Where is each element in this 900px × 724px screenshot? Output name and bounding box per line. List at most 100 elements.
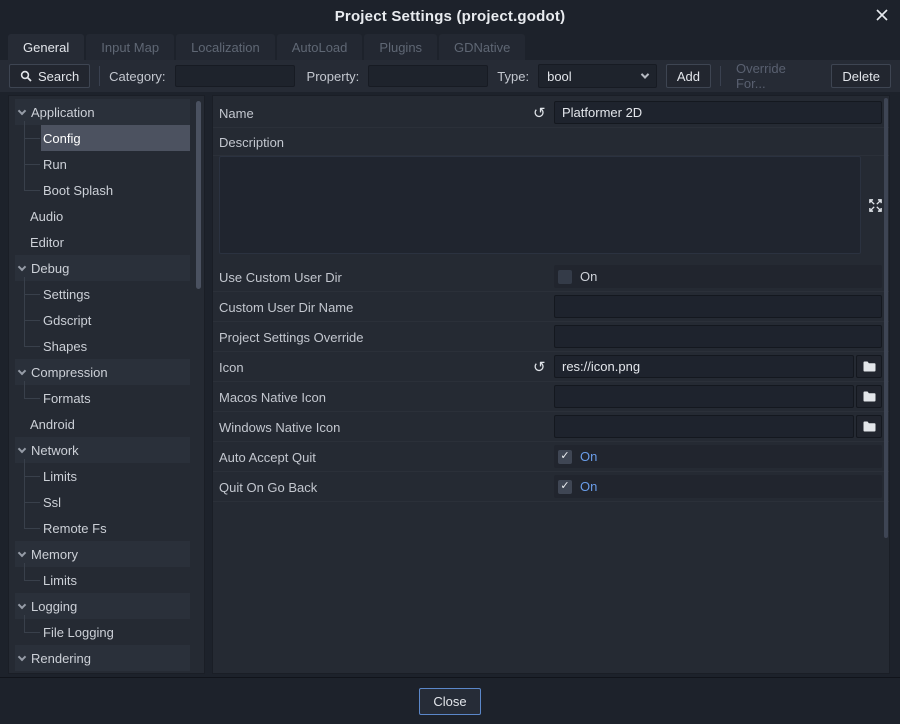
- tab-localization[interactable]: Localization: [176, 34, 275, 60]
- delete-button[interactable]: Delete: [831, 64, 891, 88]
- revert-icon[interactable]: ↺: [533, 352, 546, 382]
- tab-gdnative[interactable]: GDNative: [439, 34, 525, 60]
- sidebar-item-settings[interactable]: Settings: [41, 281, 190, 307]
- sidebar-item-boot-splash[interactable]: Boot Splash: [41, 177, 190, 203]
- tab-autoload[interactable]: AutoLoad: [277, 34, 363, 60]
- tree-children: Config Run Boot Splash: [9, 125, 204, 203]
- sidebar-item-ssl[interactable]: Ssl: [41, 489, 190, 515]
- property-value-input[interactable]: [554, 325, 882, 348]
- property-value-input[interactable]: [554, 355, 854, 378]
- description-textarea[interactable]: [219, 156, 861, 254]
- sidebar-item-shapes[interactable]: Shapes: [41, 333, 190, 359]
- tree-group: CompressionFormats: [9, 359, 204, 411]
- sidebar-item-limits[interactable]: Limits: [41, 567, 190, 593]
- sidebar-item-label: Network: [31, 443, 79, 458]
- sidebar-item-config[interactable]: Config: [41, 125, 190, 151]
- sidebar-item-network[interactable]: Network: [15, 437, 190, 463]
- property-checkbox[interactable]: ✓: [558, 450, 572, 464]
- window-title: Project Settings (project.godot): [335, 8, 566, 25]
- description-editor: [213, 156, 889, 254]
- property-label: Macos Native Icon: [219, 390, 326, 405]
- property-checkbox[interactable]: ✓: [558, 480, 572, 494]
- browse-file-button[interactable]: [856, 385, 882, 408]
- browse-file-button[interactable]: [856, 415, 882, 438]
- toolbar-separator: [99, 66, 100, 86]
- chevron-down-icon: [18, 106, 26, 114]
- sidebar-item-label: Debug: [31, 261, 69, 276]
- tab-general[interactable]: General: [8, 34, 84, 60]
- type-label: Type:: [497, 69, 529, 84]
- settings-toolbar: Search Category: Property: Type: bool Ad…: [0, 60, 900, 92]
- property-editor: [554, 415, 882, 438]
- sidebar-item-logging[interactable]: Logging: [15, 593, 190, 619]
- property-row-use-custom-user-dir: Use Custom User DirOn: [213, 262, 889, 292]
- sidebar-item-run[interactable]: Run: [41, 151, 190, 177]
- checkbox-state-label: On: [580, 479, 597, 494]
- chevron-down-icon: [18, 652, 26, 660]
- sidebar-item-editor[interactable]: Editor: [15, 229, 190, 255]
- property-label: Custom User Dir Name: [219, 300, 353, 315]
- tree-group: MemoryLimits: [9, 541, 204, 593]
- checkbox-strip: ✓ On: [554, 445, 882, 468]
- property-row-quit-on-go-back: Quit On Go Back✓On: [213, 472, 889, 502]
- close-button[interactable]: Close: [419, 688, 480, 715]
- chevron-down-icon: [18, 366, 26, 374]
- category-input[interactable]: [175, 65, 295, 87]
- sidebar-item-label: Config: [43, 131, 81, 146]
- sidebar-item-debug[interactable]: Debug: [15, 255, 190, 281]
- sidebar-item-remote-fs[interactable]: Remote Fs: [41, 515, 190, 541]
- property-row-windows-native-icon: Windows Native Icon: [213, 412, 889, 442]
- tree-group: LoggingFile Logging: [9, 593, 204, 645]
- sidebar-item-label: Audio: [30, 209, 63, 224]
- sidebar-item-limits[interactable]: Limits: [41, 463, 190, 489]
- property-label: Windows Native Icon: [219, 420, 340, 435]
- sidebar-item-android[interactable]: Android: [15, 411, 190, 437]
- property-value-input[interactable]: [554, 295, 882, 318]
- sidebar-item-audio[interactable]: Audio: [15, 203, 190, 229]
- type-select-value: bool: [547, 69, 572, 84]
- sidebar-item-application[interactable]: Application: [15, 99, 190, 125]
- type-select[interactable]: bool: [538, 64, 657, 88]
- property-value-input[interactable]: [554, 101, 882, 124]
- property-value-input[interactable]: [554, 385, 854, 408]
- sidebar-item-file-logging[interactable]: File Logging: [41, 619, 190, 645]
- sidebar-item-compression[interactable]: Compression: [15, 359, 190, 385]
- chevron-down-icon: [18, 444, 26, 452]
- tree-group: Rendering: [9, 645, 204, 671]
- property-row-description: Description: [213, 128, 889, 156]
- tree-group: Audio: [9, 203, 204, 229]
- category-label: Category:: [109, 69, 165, 84]
- sidebar-item-gdscript[interactable]: Gdscript: [41, 307, 190, 333]
- tree-group: Application Config Run Boot Splash: [9, 99, 204, 203]
- properties-scrollbar[interactable]: [884, 98, 888, 538]
- dialog-footer: Close: [0, 677, 900, 724]
- sidebar-item-label: Run: [43, 157, 67, 172]
- window-close-icon[interactable]: [874, 7, 890, 23]
- tree-scrollbar[interactable]: [196, 101, 201, 289]
- tab-plugins[interactable]: Plugins: [364, 34, 437, 60]
- add-button[interactable]: Add: [666, 64, 711, 88]
- sidebar-item-formats[interactable]: Formats: [41, 385, 190, 411]
- property-editor: [554, 101, 882, 124]
- property-value-input[interactable]: [554, 415, 854, 438]
- checkbox-state-label: On: [580, 449, 597, 464]
- tab-bar: GeneralInput MapLocalizationAutoLoadPlug…: [0, 32, 900, 60]
- settings-category-tree: Application Config Run Boot Splash Audio Edit…: [8, 95, 205, 674]
- sidebar-item-memory[interactable]: Memory: [15, 541, 190, 567]
- property-row-project-settings-override: Project Settings Override: [213, 322, 889, 352]
- tree-children: File Logging: [9, 619, 204, 645]
- title-bar: Project Settings (project.godot): [0, 0, 900, 32]
- expand-icon[interactable]: [868, 198, 883, 213]
- property-checkbox[interactable]: [558, 270, 572, 284]
- revert-icon[interactable]: ↺: [533, 98, 546, 128]
- sidebar-item-label: Ssl: [43, 495, 61, 510]
- override-for-button: Override For...: [730, 61, 822, 91]
- search-button[interactable]: Search: [9, 64, 90, 88]
- browse-file-button[interactable]: [856, 355, 882, 378]
- property-editor: [554, 385, 882, 408]
- property-input[interactable]: [368, 65, 488, 87]
- property-label: Name: [219, 106, 254, 121]
- properties-panel: Name↺DescriptionUse Custom User DirOnCus…: [212, 95, 890, 674]
- tab-input-map[interactable]: Input Map: [86, 34, 174, 60]
- sidebar-item-rendering[interactable]: Rendering: [15, 645, 190, 671]
